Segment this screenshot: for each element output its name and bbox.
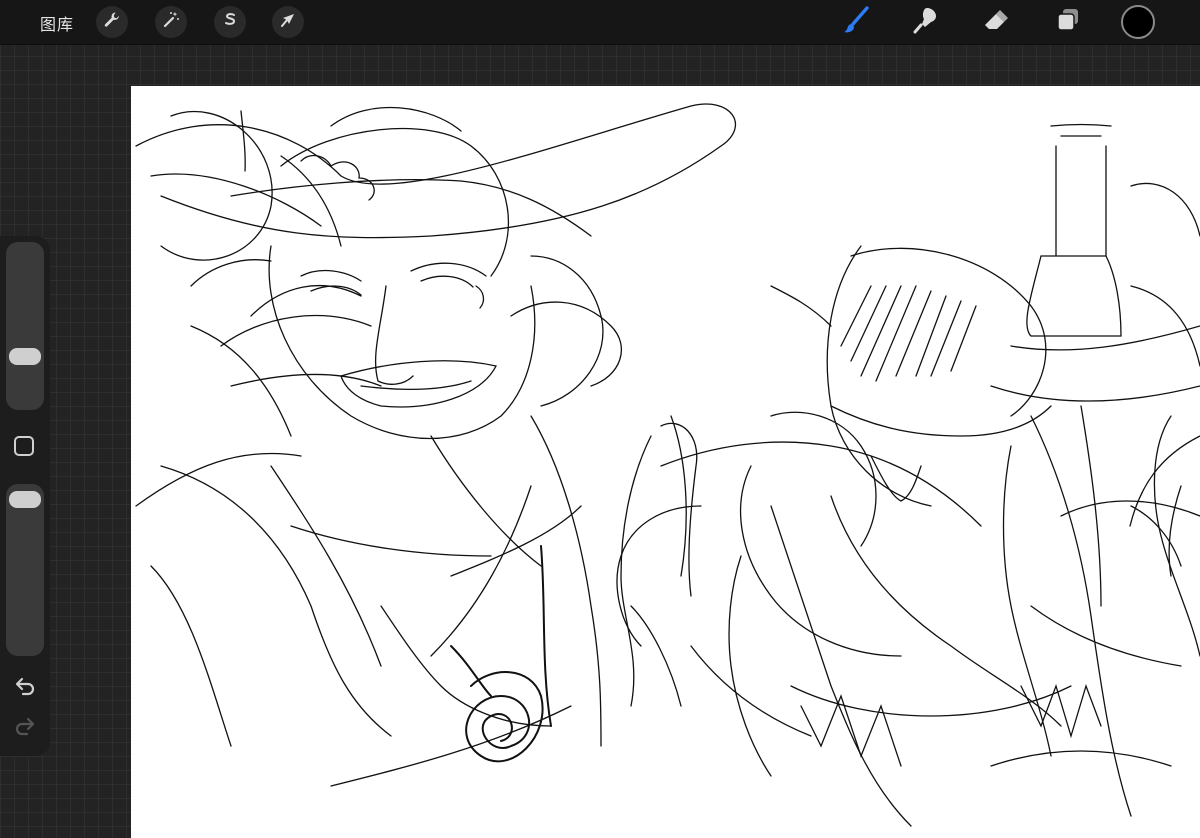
- drawing-canvas[interactable]: [131, 86, 1200, 838]
- brush-tool-button[interactable]: [840, 5, 872, 40]
- undo-button[interactable]: [12, 676, 38, 700]
- sketch-drawing: [135, 103, 1200, 827]
- eraser-icon: [981, 5, 1011, 40]
- selection-s-icon: [221, 11, 239, 34]
- transform-button[interactable]: [272, 6, 304, 38]
- gallery-button[interactable]: 图库: [40, 11, 74, 35]
- color-picker-button[interactable]: [1121, 5, 1155, 39]
- actions-button[interactable]: [96, 6, 128, 38]
- layers-tool-button[interactable]: [1052, 6, 1084, 38]
- redo-icon: [14, 716, 36, 741]
- top-toolbar: 图库: [0, 0, 1200, 45]
- brush-size-slider[interactable]: [6, 242, 44, 410]
- left-sidebar: [0, 236, 50, 756]
- wrench-icon: [103, 11, 121, 34]
- magic-wand-icon: [162, 11, 180, 34]
- layers-icon: [1054, 6, 1082, 39]
- adjustments-button[interactable]: [155, 6, 187, 38]
- redo-button[interactable]: [12, 716, 38, 740]
- smudge-icon: [911, 5, 941, 40]
- brush-icon: [841, 5, 871, 40]
- arrow-cursor-icon: [279, 11, 297, 34]
- undo-icon: [14, 676, 36, 701]
- opacity-thumb[interactable]: [9, 491, 41, 509]
- smudge-tool-button[interactable]: [910, 6, 942, 38]
- brush-size-thumb[interactable]: [9, 347, 41, 365]
- modify-button[interactable]: [14, 436, 34, 456]
- selection-button[interactable]: [214, 6, 246, 38]
- opacity-slider[interactable]: [6, 484, 44, 656]
- eraser-tool-button[interactable]: [980, 6, 1012, 38]
